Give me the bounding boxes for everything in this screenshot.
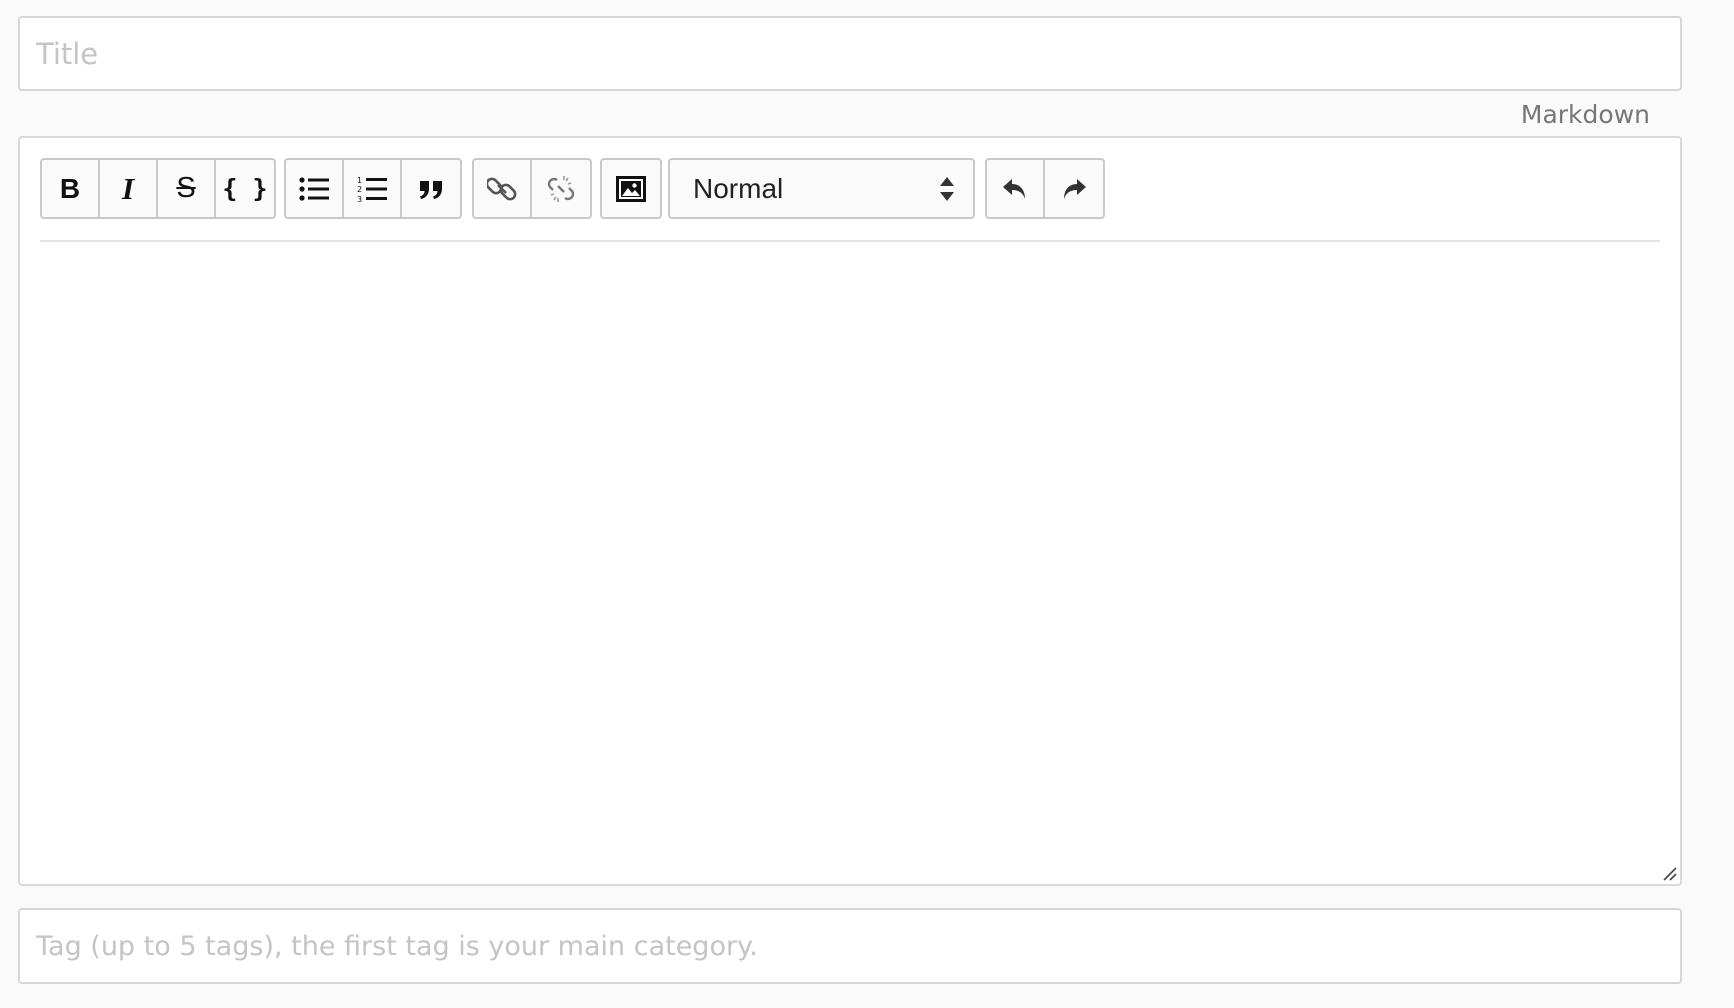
numbered-list-button[interactable]: 1 2 3: [344, 160, 402, 217]
blockquote-button[interactable]: [402, 160, 460, 217]
insert-image-button[interactable]: [602, 160, 660, 217]
svg-text:1: 1: [357, 176, 362, 185]
heading-style-value: Normal: [693, 172, 784, 204]
italic-icon: I: [121, 171, 135, 206]
svg-text:2: 2: [357, 185, 362, 194]
link-group: [472, 158, 592, 219]
list-ol-icon: 1 2 3: [357, 176, 387, 203]
bold-button[interactable]: B: [42, 160, 100, 217]
quote-icon: [420, 180, 442, 199]
resize-handle-icon[interactable]: [1662, 866, 1678, 882]
unlink-button[interactable]: [532, 160, 590, 217]
editor-content-area[interactable]: [40, 246, 1660, 870]
rich-text-editor: B I S { } 1 2 3 Normal: [18, 136, 1682, 886]
media-group: [600, 158, 662, 219]
strikethrough-button[interactable]: S: [158, 160, 216, 217]
editor-toolbar: B I S { } 1 2 3 Normal: [40, 158, 1660, 242]
unlink-icon: [547, 175, 575, 202]
redo-button[interactable]: [1045, 160, 1103, 217]
bullet-list-button[interactable]: [286, 160, 344, 217]
tags-input[interactable]: [18, 908, 1682, 984]
format-group: B I S { }: [40, 158, 276, 219]
bold-icon: B: [59, 172, 81, 204]
select-arrows-icon: [940, 177, 954, 201]
code-button[interactable]: { }: [216, 160, 274, 217]
list-ul-icon: [299, 176, 329, 201]
image-icon: [616, 175, 646, 202]
strikethrough-icon: S: [176, 172, 196, 204]
history-group: [985, 158, 1105, 219]
redo-icon: [1064, 178, 1086, 199]
link-icon: [487, 177, 517, 200]
block-group: 1 2 3: [284, 158, 462, 219]
code-icon: { }: [222, 174, 268, 203]
title-input[interactable]: [18, 16, 1682, 91]
italic-button[interactable]: I: [100, 160, 158, 217]
link-button[interactable]: [474, 160, 532, 217]
svg-text:3: 3: [357, 195, 362, 203]
undo-icon: [1003, 178, 1025, 199]
markdown-toggle-link[interactable]: Markdown: [1521, 100, 1650, 129]
heading-style-select[interactable]: Normal: [668, 158, 975, 219]
undo-button[interactable]: [987, 160, 1045, 217]
post-editor-form: Markdown B I S { }: [0, 0, 1734, 1008]
